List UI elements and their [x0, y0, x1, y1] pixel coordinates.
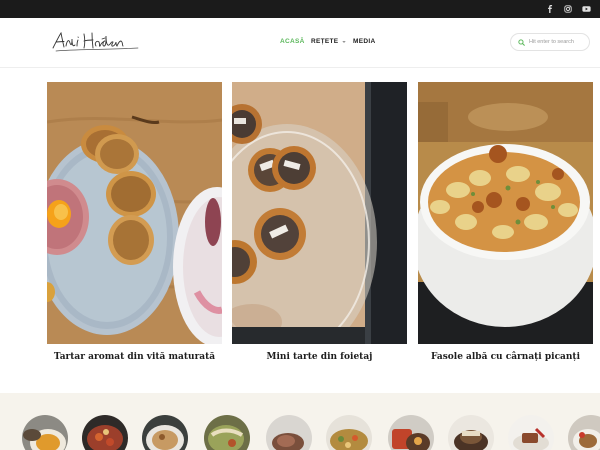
category-thumbnail[interactable]: [508, 415, 554, 450]
search-icon: [518, 38, 525, 46]
category-thumbnail[interactable]: [568, 415, 600, 450]
category-thumbnail[interactable]: [82, 415, 128, 450]
category-thumbnail[interactable]: [22, 415, 68, 450]
recipe-card-image[interactable]: [418, 82, 593, 344]
youtube-icon[interactable]: [580, 3, 592, 15]
nav-item-label: Media: [353, 38, 376, 45]
recipe-card-title[interactable]: Fasole albă cu cârnați picanți: [418, 352, 593, 362]
nav-item-label: Acasă: [280, 38, 305, 45]
chevron-down-icon: ⌄: [341, 38, 347, 45]
nav-item-label: Rețete: [311, 38, 339, 45]
category-thumbnail[interactable]: [388, 415, 434, 450]
recipe-card-title[interactable]: Tartar aromat din vită maturată: [47, 352, 222, 362]
recipe-card-image[interactable]: [47, 82, 222, 344]
category-strip: [0, 393, 600, 450]
recipe-card-image[interactable]: [232, 82, 407, 344]
category-thumbnail[interactable]: [142, 415, 188, 450]
instagram-icon[interactable]: [562, 3, 574, 15]
search-input[interactable]: [529, 39, 585, 45]
site-header: Acasă Rețete ⌄ Media: [0, 18, 600, 68]
category-thumbnail[interactable]: [326, 415, 372, 450]
search-box[interactable]: [510, 33, 590, 51]
facebook-icon[interactable]: [544, 3, 556, 15]
nav-item-home[interactable]: Acasă: [280, 38, 305, 45]
nav-item-media[interactable]: Media: [353, 38, 375, 45]
category-thumbnail[interactable]: [448, 415, 494, 450]
category-thumbnail[interactable]: [204, 415, 250, 450]
recipe-card-title[interactable]: Mini tarte din foietaj: [232, 352, 407, 362]
category-thumbnail[interactable]: [266, 415, 312, 450]
nav-item-recipes[interactable]: Rețete ⌄: [311, 38, 347, 45]
site-logo[interactable]: [50, 30, 142, 54]
social-bar: [0, 0, 600, 18]
